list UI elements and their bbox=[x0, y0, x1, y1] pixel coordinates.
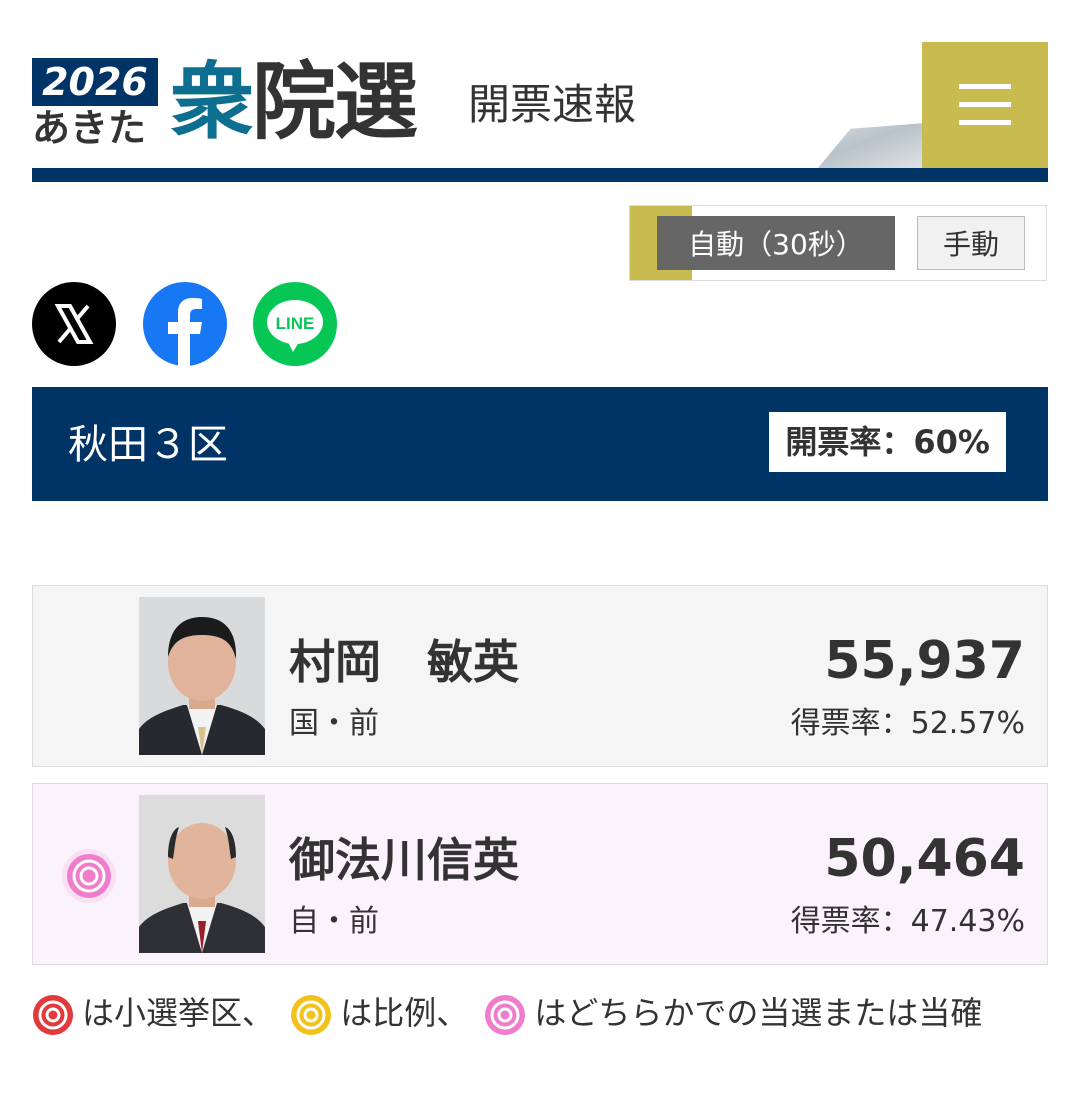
line-icon: LINE bbox=[267, 300, 323, 352]
x-icon bbox=[54, 304, 94, 344]
count-rate-badge: 開票率：60% bbox=[769, 412, 1006, 472]
candidate-name: 御法川信英 bbox=[289, 833, 519, 887]
candidate-photo bbox=[139, 597, 265, 755]
manual-update-button[interactable]: 手動 bbox=[917, 216, 1025, 270]
diet-building-illustration bbox=[818, 123, 922, 168]
winner-legend: は小選挙区、 は比例、 はどちらかでの当選または当確 bbox=[32, 990, 982, 1036]
site-header: 2026 あきた 衆院選 開票速報 bbox=[32, 42, 1048, 182]
candidate-vote-share: 得票率：52.57% bbox=[790, 706, 1025, 741]
x-share-button[interactable] bbox=[32, 282, 116, 366]
update-mode-toggle: 自動（30秒） 手動 bbox=[629, 205, 1047, 281]
district-header: 秋田３区 開票率：60% bbox=[32, 387, 1048, 501]
candidate-row[interactable]: 御法川信英 自・前 50,464 得票率：47.43% bbox=[32, 783, 1048, 965]
pink-rose-icon bbox=[62, 849, 116, 903]
line-icon-label: LINE bbox=[276, 314, 315, 333]
logo-year: 2026 bbox=[32, 58, 158, 106]
logo-title-accent: 衆 bbox=[170, 53, 254, 151]
candidate-row[interactable]: 村岡 敏英 国・前 55,937 得票率：52.57% bbox=[32, 585, 1048, 767]
pink-rose-icon bbox=[485, 995, 526, 1035]
logo-region: あきた bbox=[32, 106, 147, 150]
yellow-rose-icon bbox=[291, 995, 332, 1035]
legend-red-text: は小選挙区、 bbox=[82, 994, 275, 1032]
auto-update-button[interactable]: 自動（30秒） bbox=[657, 216, 895, 270]
line-share-button[interactable]: LINE bbox=[253, 282, 337, 366]
candidate-vote-share: 得票率：47.43% bbox=[790, 904, 1025, 939]
logo-title-rest: 院選 bbox=[252, 53, 418, 151]
menu-button[interactable] bbox=[922, 42, 1048, 168]
facebook-share-button[interactable] bbox=[143, 282, 227, 366]
legend-yellow-text: は比例、 bbox=[340, 994, 469, 1032]
logo-tagline: 開票速報 bbox=[468, 80, 637, 129]
hamburger-icon-line bbox=[959, 102, 1011, 107]
candidate-name: 村岡 敏英 bbox=[289, 635, 519, 689]
facebook-icon bbox=[168, 298, 202, 366]
candidate-votes: 50,464 bbox=[824, 829, 1025, 889]
header-bar bbox=[32, 168, 1048, 182]
legend-pink-text: はどちらかでの当選または当確 bbox=[534, 994, 983, 1032]
red-rose-icon bbox=[33, 995, 73, 1035]
logo-title: 衆院選 bbox=[170, 52, 418, 152]
hamburger-icon-line bbox=[959, 120, 1011, 125]
hamburger-icon-line bbox=[959, 84, 1011, 89]
candidate-photo bbox=[139, 795, 265, 953]
district-name: 秋田３区 bbox=[68, 422, 228, 468]
candidate-party: 国・前 bbox=[289, 706, 379, 741]
candidate-votes: 55,937 bbox=[824, 631, 1025, 691]
candidate-party: 自・前 bbox=[289, 904, 379, 939]
